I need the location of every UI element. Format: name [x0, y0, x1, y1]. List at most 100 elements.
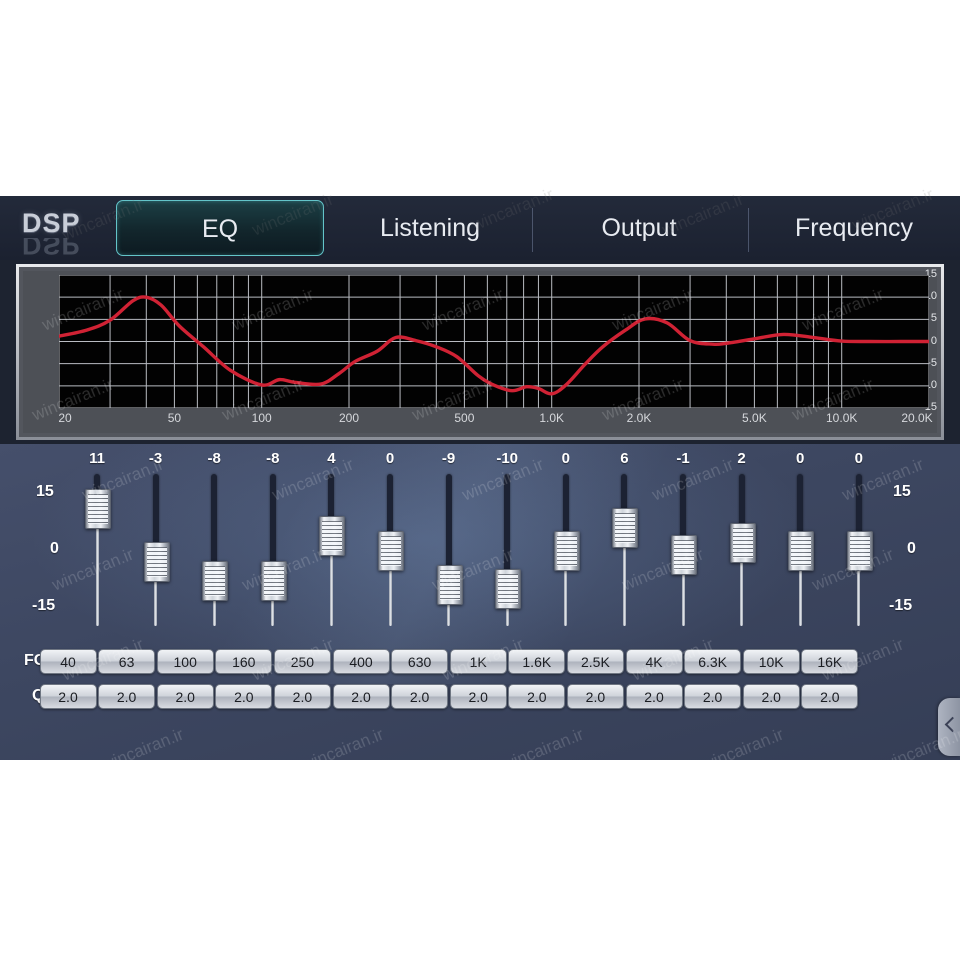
band-value-label: -10 — [496, 450, 519, 467]
eq-band-8: -10 — [478, 444, 536, 644]
fc-cell-12[interactable]: 6.3K — [684, 649, 742, 674]
graph-x-tick: 5.0K — [742, 411, 767, 425]
eq-slider-12[interactable] — [729, 474, 756, 626]
fc-cell-2[interactable]: 63 — [98, 649, 156, 674]
slider-thumb[interactable] — [671, 534, 697, 575]
eq-slider-11[interactable] — [671, 474, 697, 626]
scale-label-left-zero: 0 — [50, 540, 59, 557]
eq-band-9: 0 — [537, 444, 595, 644]
q-cell-7[interactable]: 2.0 — [391, 684, 449, 709]
eq-band-11: -1 — [654, 444, 712, 644]
eq-slider-7[interactable] — [436, 474, 463, 626]
q-cell-11[interactable]: 2.0 — [625, 684, 683, 709]
band-value-label: 0 — [854, 450, 863, 467]
fc-cell-4[interactable]: 160 — [215, 649, 273, 674]
slider-thumb[interactable] — [202, 561, 229, 602]
slider-thumb[interactable] — [378, 531, 404, 571]
band-value-label: 0 — [561, 450, 570, 467]
fc-cell-6[interactable]: 400 — [332, 649, 390, 674]
tab-bar: DSP DSP EQ Listening Output Frequency — [0, 196, 960, 260]
eq-band-10: 6 — [595, 444, 653, 644]
band-value-label: 2 — [737, 450, 746, 467]
eq-band-14: 0 — [830, 444, 888, 644]
tab-output[interactable]: Output — [532, 200, 746, 256]
band-value-label: 4 — [327, 450, 336, 467]
eq-slider-8[interactable] — [495, 474, 522, 626]
eq-slider-13[interactable] — [788, 474, 815, 626]
eq-response-curve — [59, 295, 929, 396]
q-cell-4[interactable]: 2.0 — [215, 684, 273, 709]
eq-slider-3[interactable] — [202, 474, 229, 626]
fc-cell-7[interactable]: 630 — [391, 649, 449, 674]
slider-thumb[interactable] — [319, 515, 346, 556]
eq-band-1: 11 — [68, 444, 126, 644]
scale-label-left-minus15: -15 — [32, 597, 56, 614]
eq-slider-5[interactable] — [319, 474, 346, 626]
eq-slider-4[interactable] — [260, 474, 287, 626]
q-cell-2[interactable]: 2.0 — [98, 684, 156, 709]
graph-x-tick: 10.0K — [826, 411, 858, 425]
fc-cell-8[interactable]: 1K — [449, 649, 507, 674]
eq-band-4: -8 — [244, 444, 302, 644]
graph-x-tick: 20.0K — [901, 411, 933, 425]
q-cell-10[interactable]: 2.0 — [566, 684, 624, 709]
fc-cell-9[interactable]: 1.6K — [508, 649, 566, 674]
band-value-label: -8 — [266, 450, 280, 467]
slider-thumb[interactable] — [553, 531, 580, 571]
eq-band-2: -3 — [127, 444, 185, 644]
collapse-panel-handle[interactable] — [938, 698, 960, 756]
eq-curve-plot — [59, 275, 929, 408]
eq-band-13: 0 — [771, 444, 829, 644]
tab-listening[interactable]: Listening — [330, 200, 530, 256]
eq-slider-1[interactable] — [85, 474, 111, 626]
q-cell-1[interactable]: 2.0 — [39, 684, 97, 709]
slider-thumb[interactable] — [436, 565, 463, 606]
fc-cell-1[interactable]: 40 — [39, 649, 97, 674]
dsp-app-window: DSP DSP EQ Listening Output Frequency 15… — [0, 196, 960, 760]
band-value-label: -9 — [441, 450, 456, 467]
q-cell-3[interactable]: 2.0 — [156, 684, 214, 709]
q-cell-9[interactable]: 2.0 — [508, 684, 566, 709]
slider-thumb[interactable] — [85, 489, 111, 530]
eq-slider-14[interactable] — [846, 474, 873, 626]
q-cell-6[interactable]: 2.0 — [332, 684, 390, 709]
eq-slider-10[interactable] — [612, 474, 639, 626]
slider-thumb[interactable] — [729, 523, 756, 564]
fc-cell-14[interactable]: 16K — [801, 649, 859, 674]
chevron-left-icon — [944, 716, 960, 733]
band-value-label: -3 — [148, 450, 163, 467]
q-cell-5[interactable]: 2.0 — [273, 684, 331, 709]
graph-x-tick: 50 — [167, 411, 182, 425]
tab-frequency[interactable]: Frequency — [748, 200, 960, 256]
q-cell-14[interactable]: 2.0 — [801, 684, 859, 709]
band-value-label: -8 — [207, 450, 221, 467]
slider-thumb[interactable] — [495, 569, 522, 609]
fc-cell-10[interactable]: 2.5K — [566, 649, 624, 674]
slider-thumb[interactable] — [143, 542, 170, 583]
eq-slider-6[interactable] — [378, 474, 404, 626]
eq-slider-9[interactable] — [553, 474, 580, 626]
eq-slider-2[interactable] — [143, 474, 170, 626]
fc-cell-11[interactable]: 4K — [625, 649, 683, 674]
slider-thumb[interactable] — [260, 561, 287, 602]
tab-eq[interactable]: EQ — [116, 200, 324, 256]
slider-thumb[interactable] — [612, 508, 639, 549]
slider-thumb[interactable] — [788, 531, 815, 571]
q-cell-8[interactable]: 2.0 — [449, 684, 507, 709]
eq-response-graph-panel: 15 10 5 0 -5 -10 -15 20 50 100 200 500 1.0K 2.0K 5.0K… — [16, 264, 944, 440]
graph-inner: 15 10 5 0 -5 -10 -15 20 50 100 200 500 1.0K 2.0K 5.0K… — [23, 268, 937, 433]
eq-band-3: -8 — [185, 444, 243, 644]
q-cell-13[interactable]: 2.0 — [742, 684, 800, 709]
eq-band-12: 2 — [713, 444, 771, 644]
eq-curve-svg — [59, 275, 929, 408]
eq-slider-bank: 11 -3 -8 -8 4 0 -9 -10 0 6 -1 2 0 0 — [0, 444, 960, 644]
fc-cell-3[interactable]: 100 — [156, 649, 214, 674]
slider-thumb[interactable] — [846, 531, 873, 571]
graph-x-tick: 2.0K — [626, 411, 652, 425]
eq-band-7: -9 — [420, 444, 478, 644]
eq-control-area: 11 -3 -8 -8 4 0 -9 -10 0 6 -1 2 0 0 15 0 -15 15 0 -15… — [0, 444, 960, 760]
fc-cell-13[interactable]: 10K — [742, 649, 800, 674]
fc-cell-5[interactable]: 250 — [273, 649, 331, 674]
dsp-logo-reflection: DSP — [22, 238, 81, 260]
q-cell-12[interactable]: 2.0 — [684, 684, 742, 709]
